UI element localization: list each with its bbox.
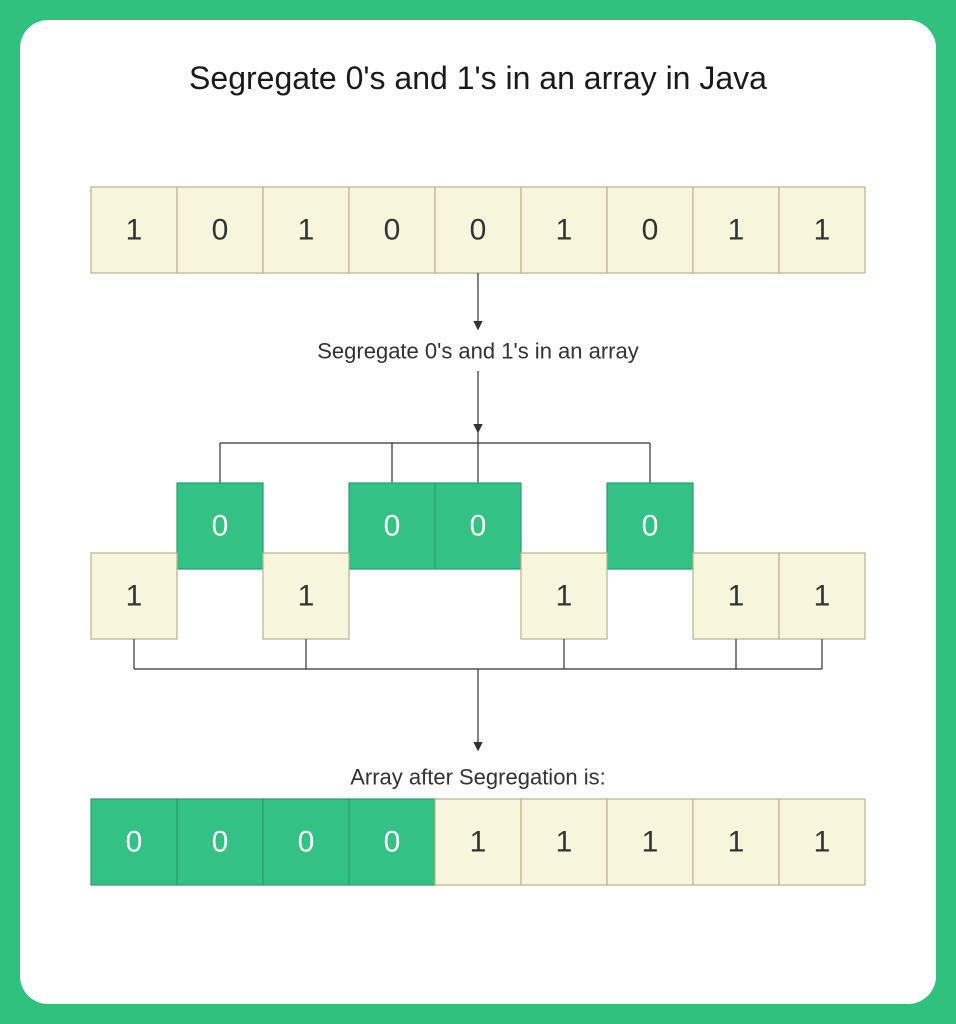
bot-cell-text-3: 0 (384, 826, 401, 859)
bot-cell-text-4: 1 (470, 826, 487, 859)
mid-one-text-7: 1 (728, 580, 745, 613)
bot-cell-text-6: 1 (642, 826, 659, 859)
top-cell-text-2: 1 (298, 214, 315, 247)
bot-cell-text-5: 1 (556, 826, 573, 859)
mid-zero-text-6: 0 (642, 510, 659, 543)
top-cell-text-1: 0 (212, 214, 229, 247)
diagram-svg: 1 0 1 0 0 1 0 1 1 Segregate 0's and 1's in an arr… (28, 97, 928, 997)
mid-zero-text-3: 0 (384, 510, 401, 543)
mid-one-text-2: 1 (298, 580, 315, 613)
top-cell-text-5: 1 (556, 214, 573, 247)
top-cell-text-3: 0 (384, 214, 401, 247)
top-cell-text-4: 0 (470, 214, 487, 247)
top-cell-text-7: 1 (728, 214, 745, 247)
mid-one-text-5: 1 (556, 580, 573, 613)
caption-mid: Segregate 0's and 1's in an array (317, 339, 639, 364)
bot-cell-text-0: 0 (126, 826, 143, 859)
mid-one-text-0: 1 (126, 580, 143, 613)
caption-final: Array after Segregation is: (350, 765, 606, 790)
bot-cell-text-8: 1 (814, 826, 831, 859)
mid-one-text-8: 1 (814, 580, 831, 613)
top-cell-text-6: 0 (642, 214, 659, 247)
mid-zero-text-1: 0 (212, 510, 229, 543)
mid-zero-text-4: 0 (470, 510, 487, 543)
top-cell-text-8: 1 (814, 214, 831, 247)
bot-cell-text-2: 0 (298, 826, 315, 859)
bot-cell-text-7: 1 (728, 826, 745, 859)
top-cell-text-0: 1 (126, 214, 143, 247)
diagram-title: Segregate 0's and 1's in an array in Jav… (20, 20, 936, 97)
bot-cell-text-1: 0 (212, 826, 229, 859)
